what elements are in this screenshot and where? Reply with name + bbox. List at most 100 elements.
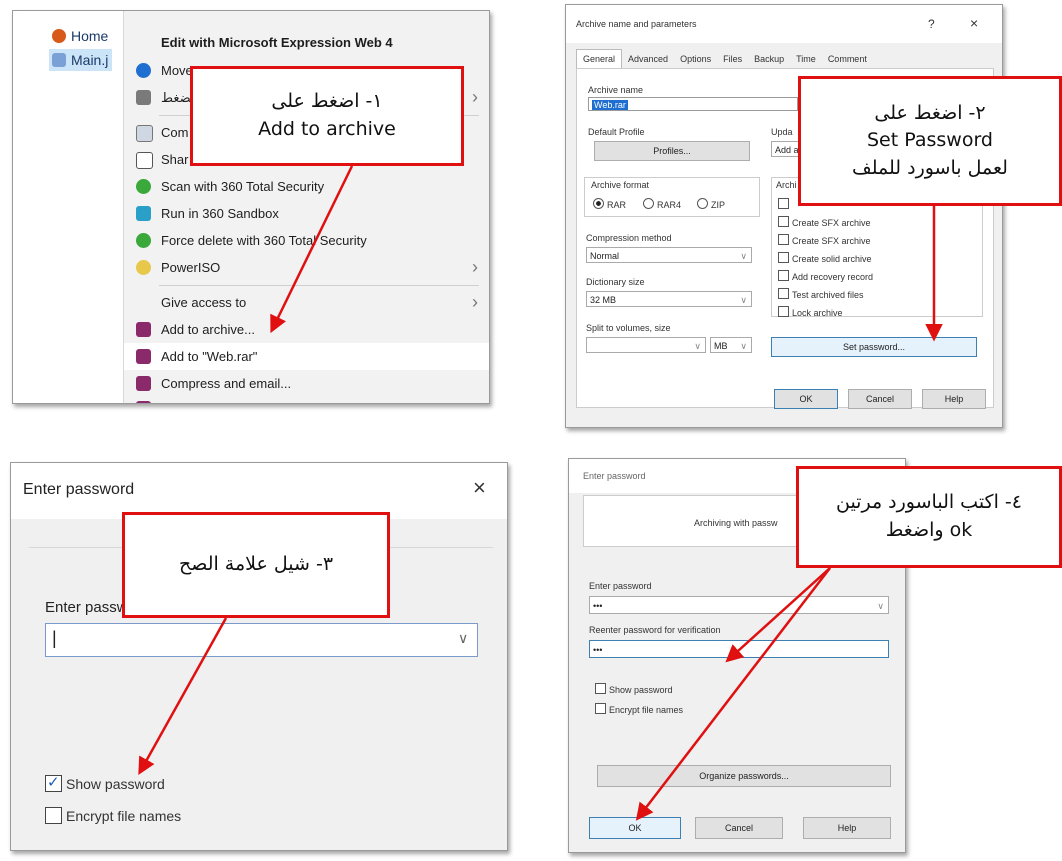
format-rar-radio[interactable]: RAR — [593, 198, 626, 210]
tab-options[interactable]: Options — [674, 50, 717, 68]
share-icon — [136, 152, 153, 169]
tab-time[interactable]: Time — [790, 50, 822, 68]
compatibility-icon — [136, 125, 153, 142]
callout-step-3: ٣- شيل علامة الصح — [122, 512, 390, 618]
archive-name-label: Archive name — [588, 85, 644, 95]
explorer-item-home[interactable]: Home — [49, 25, 112, 47]
cancel-button[interactable]: Cancel — [695, 817, 783, 839]
menu-item-give-access[interactable]: Give access to › — [124, 289, 489, 316]
menu-item-poweriso[interactable]: PowerISO › — [124, 254, 489, 281]
menu-item-edit-expression-web[interactable]: Edit with Microsoft Expression Web 4 — [124, 29, 489, 56]
reenter-password-label: Reenter password for verification — [589, 625, 721, 635]
dialog-title: Enter password — [23, 481, 135, 498]
help-icon[interactable]: ? — [928, 17, 935, 31]
archive-parameters-dialog: Archive name and parameters ? × General A… — [565, 4, 1003, 428]
sandbox-icon — [136, 206, 151, 221]
winrar-icon — [136, 376, 151, 391]
menu-item-scan-360[interactable]: Scan with 360 Total Security — [124, 173, 489, 200]
help-button[interactable]: Help — [922, 389, 986, 409]
archive-name-input[interactable]: Web.rar — [588, 97, 798, 111]
chevron-down-icon: ∨ — [740, 341, 747, 351]
menu-item-sandbox-360[interactable]: Run in 360 Sandbox — [124, 200, 489, 227]
enter-password-input[interactable]: ••• ∨ — [589, 596, 889, 614]
explorer-file-list: Home Main.j — [13, 11, 123, 403]
option-create-sfx[interactable]: Create SFX archive — [778, 234, 871, 246]
menu-item-add-to-archive[interactable]: Add to archive... — [124, 316, 489, 343]
organize-passwords-button[interactable]: Organize passwords... — [597, 765, 891, 787]
split-unit-select[interactable]: MB ∨ — [710, 337, 752, 353]
encrypt-file-names-checkbox[interactable]: Encrypt file names — [45, 807, 181, 824]
option-test-files[interactable]: Test archived files — [778, 288, 864, 300]
chevron-down-icon: ∨ — [877, 601, 884, 611]
tab-files[interactable]: Files — [717, 50, 748, 68]
compress-icon — [136, 90, 151, 105]
chevron-down-icon: ∨ — [740, 251, 747, 261]
format-zip-radio[interactable]: ZIP — [697, 198, 725, 210]
help-button[interactable]: Help — [803, 817, 891, 839]
encrypt-file-names-checkbox[interactable]: Encrypt file names — [595, 703, 683, 715]
winrar-icon — [136, 322, 151, 337]
show-password-checkbox[interactable]: Show password — [595, 683, 673, 695]
update-mode-label: Upda — [771, 127, 793, 137]
chevron-right-icon: › — [472, 292, 478, 312]
chevron-right-icon: › — [472, 257, 478, 277]
chevron-down-icon: ∨ — [740, 295, 747, 305]
tab-backup[interactable]: Backup — [748, 50, 790, 68]
cancel-button[interactable]: Cancel — [848, 389, 912, 409]
show-password-checkbox[interactable]: Show password — [45, 773, 165, 792]
reenter-password-input[interactable]: ••• — [589, 640, 889, 658]
split-size-input[interactable]: ∨ — [586, 337, 706, 353]
cloud-icon — [136, 63, 151, 78]
option-lock-archive[interactable]: Lock archive — [778, 306, 843, 318]
profiles-button[interactable]: Profiles... — [594, 141, 750, 161]
dialog-title: Enter password — [583, 471, 646, 481]
menu-item-force-delete-360[interactable]: Force delete with 360 Total Security — [124, 227, 489, 254]
archive-format-group: Archive format RAR RAR4 ZIP — [584, 177, 760, 217]
menu-item-compress-email[interactable]: Compress and email... — [124, 370, 489, 397]
format-rar4-radio[interactable]: RAR4 — [643, 198, 681, 210]
dictionary-select[interactable]: 32 MB ∨ — [586, 291, 752, 307]
winrar-icon — [136, 401, 151, 403]
compression-select[interactable]: Normal ∨ — [586, 247, 752, 263]
enter-password-label: Enter password — [589, 581, 652, 591]
file-icon — [52, 53, 66, 67]
winrar-icon — [136, 349, 151, 364]
menu-item-add-to-web-rar[interactable]: Add to "Web.rar" — [124, 343, 489, 370]
chrome-icon — [52, 29, 66, 43]
option-checkbox-1[interactable] — [778, 198, 792, 210]
shield-360-icon — [136, 233, 151, 248]
split-volumes-label: Split to volumes, size — [586, 323, 671, 333]
ok-button[interactable]: OK — [589, 817, 681, 839]
chevron-down-icon[interactable]: ∨ — [458, 630, 468, 647]
close-icon[interactable]: × — [473, 475, 486, 501]
compression-label: Compression method — [586, 233, 672, 243]
menu-item-compress-web-email[interactable]: Compress to "Web.rar" and email — [124, 395, 489, 403]
callout-step-1: ١- اضغط على Add to archive — [190, 66, 464, 166]
tab-bar: General Advanced Options Files Backup Time Com… — [576, 49, 873, 69]
close-icon[interactable]: × — [970, 15, 978, 31]
archive-format-label: Archive format — [591, 180, 650, 190]
chevron-down-icon: ∨ — [694, 341, 701, 351]
poweriso-icon — [136, 260, 151, 275]
ok-button[interactable]: OK — [774, 389, 838, 409]
dialog-titlebar: Archive name and parameters ? × — [566, 5, 1002, 43]
password-input[interactable]: | ∨ — [45, 623, 478, 657]
explorer-item-main[interactable]: Main.j — [49, 49, 113, 71]
chevron-right-icon: › — [472, 87, 478, 107]
callout-step-4: ٤- اكتب الباسورد مرتين واضغط ok — [796, 466, 1062, 568]
tab-comment[interactable]: Comment — [822, 50, 873, 68]
option-checkbox-2[interactable]: Create SFX archive — [778, 216, 871, 228]
callout-step-2: ٢- اضغط على Set Password لعمل باسورد للم… — [798, 76, 1062, 206]
archiving-options-label: Archi — [776, 180, 797, 190]
option-recovery-record[interactable]: Add recovery record — [778, 270, 873, 282]
dialog-title: Archive name and parameters — [576, 19, 697, 29]
default-profile-label: Default Profile — [588, 127, 645, 137]
dictionary-label: Dictionary size — [586, 277, 645, 287]
set-password-button[interactable]: Set password... — [771, 337, 977, 357]
tab-advanced[interactable]: Advanced — [622, 50, 674, 68]
dialog-titlebar: Enter password × — [11, 463, 507, 519]
menu-separator — [159, 285, 479, 286]
shield-360-icon — [136, 179, 151, 194]
tab-general[interactable]: General — [576, 49, 623, 68]
option-create-solid[interactable]: Create solid archive — [778, 252, 872, 264]
